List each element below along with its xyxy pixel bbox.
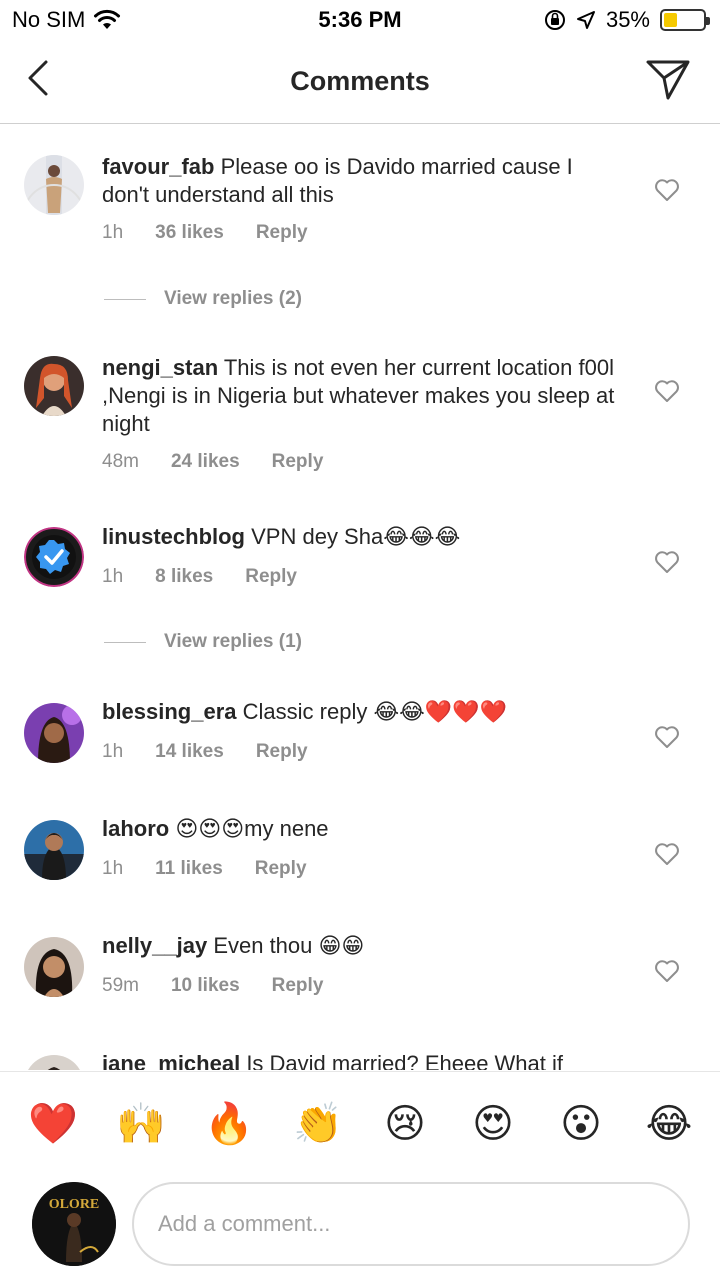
comment-meta: 1h 11 likes Reply — [102, 858, 307, 880]
emoji-fire-button[interactable]: 🔥 — [204, 1100, 254, 1148]
emoji-raised-hands-button[interactable]: 🙌 — [116, 1100, 166, 1148]
comment-username[interactable]: lahoro — [102, 816, 169, 841]
avatar-image — [24, 937, 84, 997]
emoji-heart-button[interactable]: ❤️ — [28, 1100, 78, 1148]
reply-button[interactable]: Reply — [255, 858, 307, 880]
comment-body: favour_fab Please oo is Davido married c… — [102, 153, 622, 209]
view-replies-label: View replies (1) — [164, 631, 302, 652]
comment-body: nelly__jay Even thou 😁😁 — [102, 932, 622, 960]
reply-button[interactable]: Reply — [245, 566, 297, 588]
avatar-image — [24, 155, 84, 215]
emoji-heart-eyes-button[interactable]: 😍 — [469, 1100, 517, 1148]
heart-icon[interactable] — [654, 379, 680, 403]
comment-meta: 1h 36 likes Reply — [102, 222, 308, 244]
comment-text: Even thou 😁😁 — [213, 933, 365, 958]
heart-icon[interactable] — [654, 959, 680, 983]
avatar[interactable] — [24, 703, 84, 763]
avatar-image — [24, 820, 84, 880]
battery-fill — [664, 13, 677, 27]
battery-icon — [660, 9, 710, 31]
reply-button[interactable]: Reply — [256, 222, 308, 244]
comment-username[interactable]: nengi_stan — [102, 355, 218, 380]
comment-username[interactable]: nelly__jay — [102, 933, 207, 958]
avatar-image — [24, 356, 84, 416]
avatar-image — [24, 1055, 84, 1070]
emoji-clap-button[interactable]: 👏 — [293, 1100, 343, 1148]
view-replies-button[interactable]: View replies (2) — [104, 288, 302, 310]
emoji-crying-button[interactable]: 😢 — [381, 1100, 429, 1148]
comment-time: 1h — [102, 222, 124, 243]
comment-username[interactable]: blessing_era — [102, 699, 237, 724]
heart-icon[interactable] — [654, 178, 680, 202]
reply-button[interactable]: Reply — [256, 741, 308, 763]
current-user-avatar-image: OLORE — [32, 1182, 116, 1266]
comment-username[interactable]: linustechblog — [102, 524, 245, 549]
heart-icon[interactable] — [654, 842, 680, 866]
comment-meta: 1h 14 likes Reply — [102, 741, 308, 763]
comment-body: jane_micheal Is David married? Eheee Wha… — [102, 1050, 622, 1070]
comment-body: nengi_stan This is not even her current … — [102, 354, 622, 438]
heart-icon[interactable] — [654, 550, 680, 574]
comment-list[interactable]: favour_fab Please oo is Davido married c… — [0, 125, 720, 1070]
nav-bar: Comments — [0, 40, 720, 124]
comment-body: blessing_era Classic reply 😂😂❤️❤️❤️ — [102, 698, 622, 726]
comment-composer: OLORE — [0, 1172, 720, 1280]
comment-likes[interactable]: 36 likes — [155, 222, 224, 244]
comment-meta: 48m 24 likes Reply — [102, 451, 323, 473]
avatar[interactable] — [24, 527, 84, 587]
emoji-laughing-button[interactable]: 😂 — [645, 1100, 693, 1148]
comment-likes[interactable]: 8 likes — [155, 566, 213, 588]
view-replies-line — [104, 298, 146, 300]
status-right: 35% — [544, 7, 710, 33]
battery-percent: 35% — [605, 7, 650, 32]
avatar[interactable] — [24, 937, 84, 997]
current-user-avatar: OLORE — [32, 1182, 116, 1266]
comment-text: Is David married? Eheee What if — [246, 1051, 564, 1070]
comment-likes[interactable]: 24 likes — [171, 451, 240, 473]
comment-body: lahoro 😍😍😍my nene — [102, 815, 622, 843]
avatar[interactable] — [24, 155, 84, 215]
avatar[interactable] — [24, 356, 84, 416]
status-bar: No SIM 5:36 PM 35% — [0, 0, 720, 40]
view-replies-line — [104, 641, 146, 643]
comment-body: linustechblog VPN dey Sha😂😂😂 — [102, 523, 622, 551]
battery-nub — [706, 17, 710, 25]
comment-likes[interactable]: 10 likes — [171, 975, 240, 997]
avatar[interactable] — [24, 1055, 84, 1070]
location-arrow-icon — [576, 11, 595, 29]
heart-icon[interactable] — [654, 725, 680, 749]
comment-text: Classic reply 😂😂❤️❤️❤️ — [242, 699, 508, 724]
comment-username[interactable]: jane_micheal — [102, 1051, 240, 1070]
orientation-lock-icon — [544, 10, 565, 30]
comment-likes[interactable]: 14 likes — [155, 741, 224, 763]
page-title: Comments — [290, 66, 430, 96]
reply-button[interactable]: Reply — [272, 451, 324, 473]
comment-meta: 1h 8 likes Reply — [102, 566, 297, 588]
comment-input[interactable] — [132, 1182, 690, 1266]
view-replies-button[interactable]: View replies (1) — [104, 631, 302, 653]
avatar-image — [24, 703, 84, 763]
paper-plane-icon[interactable] — [644, 56, 692, 104]
comment-text: 😍😍😍my nene — [175, 816, 329, 841]
avatar[interactable] — [24, 820, 84, 880]
comment-meta: 59m 10 likes Reply — [102, 975, 323, 997]
comment-time: 59m — [102, 975, 139, 996]
comment-likes[interactable]: 11 likes — [155, 858, 223, 880]
avatar-image — [24, 527, 84, 587]
emoji-surprised-button[interactable]: 😮 — [557, 1100, 605, 1148]
comment-time: 1h — [102, 858, 124, 879]
view-replies-label: View replies (2) — [164, 288, 302, 309]
avatar-brand-text: OLORE — [49, 1197, 100, 1212]
emoji-reaction-bar: ❤️ 🙌 🔥 👏 😢 😍 😮 😂 — [0, 1071, 720, 1171]
comment-time: 1h — [102, 566, 124, 587]
comment-time: 1h — [102, 741, 124, 762]
comment-time: 48m — [102, 451, 139, 472]
reply-button[interactable]: Reply — [272, 975, 324, 997]
comment-username[interactable]: favour_fab — [102, 154, 214, 179]
comment-text: VPN dey Sha😂😂😂 — [251, 524, 461, 549]
